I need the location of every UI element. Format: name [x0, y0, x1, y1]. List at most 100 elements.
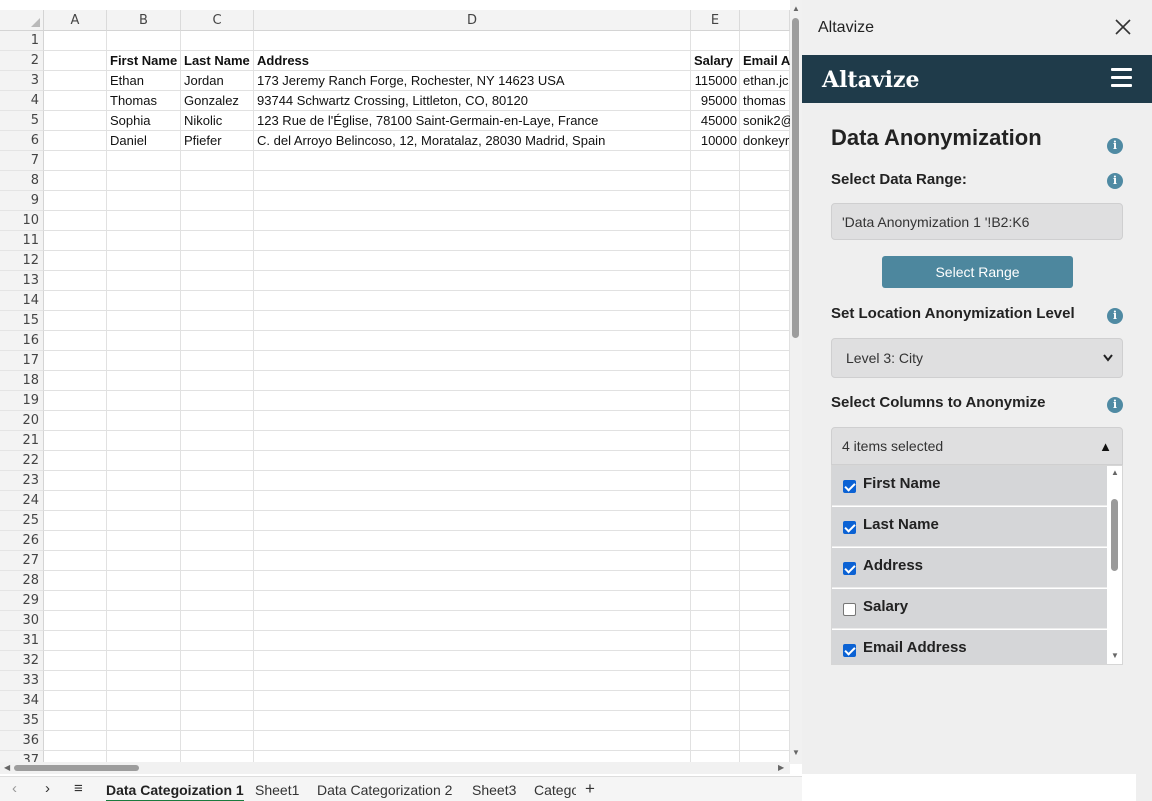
- row-header[interactable]: 27: [0, 551, 44, 571]
- column-option-first-name[interactable]: First Name: [832, 466, 1107, 506]
- sheet-tab-catego[interactable]: Catego: [534, 782, 576, 798]
- row-header[interactable]: 29: [0, 591, 44, 611]
- sheet-tab-data-categoization-1[interactable]: Data Categoization 1: [106, 782, 244, 801]
- prev-sheet-icon[interactable]: ‹: [12, 780, 17, 797]
- scroll-right-arrow-icon[interactable]: ▶: [778, 762, 784, 774]
- cell-address[interactable]: 93744 Schwartz Crossing, Littleton, CO, …: [254, 91, 691, 111]
- row-header[interactable]: 17: [0, 351, 44, 371]
- cell-header-salary[interactable]: Salary: [691, 51, 740, 71]
- sheet-tab-sheet1[interactable]: Sheet1: [255, 782, 299, 798]
- add-sheet-icon[interactable]: +: [585, 779, 595, 799]
- scroll-left-arrow-icon[interactable]: ◀: [4, 762, 10, 774]
- column-option-email-address[interactable]: Email Address: [832, 630, 1107, 664]
- row-header[interactable]: 13: [0, 271, 44, 291]
- row-header[interactable]: 25: [0, 511, 44, 531]
- cell-header-last-name[interactable]: Last Name: [181, 51, 254, 71]
- row-header[interactable]: 28: [0, 571, 44, 591]
- row-header[interactable]: 18: [0, 371, 44, 391]
- cell-first-name[interactable]: Daniel: [107, 131, 181, 151]
- next-sheet-icon[interactable]: ›: [45, 780, 50, 797]
- row-header[interactable]: 23: [0, 471, 44, 491]
- scroll-down-arrow-icon[interactable]: ▼: [792, 748, 800, 757]
- sheet-tab-data-categorization-2[interactable]: Data Categorization 2: [317, 782, 452, 798]
- column-header[interactable]: E: [691, 10, 740, 31]
- row-header[interactable]: 6: [0, 131, 44, 151]
- checkbox[interactable]: [843, 603, 856, 616]
- row-header[interactable]: 12: [0, 251, 44, 271]
- row-header[interactable]: 30: [0, 611, 44, 631]
- list-scroll-thumb[interactable]: [1111, 499, 1118, 571]
- info-icon[interactable]: i: [1107, 138, 1123, 154]
- checkbox[interactable]: [843, 480, 856, 493]
- row-header[interactable]: 37: [0, 751, 44, 762]
- sheet-menu-icon[interactable]: ≡: [74, 780, 83, 797]
- row-header[interactable]: 7: [0, 151, 44, 171]
- hamburger-menu-icon[interactable]: [1111, 68, 1132, 88]
- select-all-corner[interactable]: [0, 10, 44, 31]
- row-header[interactable]: 15: [0, 311, 44, 331]
- row-header[interactable]: 5: [0, 111, 44, 131]
- cell-salary[interactable]: 45000: [691, 111, 740, 131]
- scroll-down-arrow-icon[interactable]: ▼: [1111, 651, 1119, 660]
- checkbox[interactable]: [843, 644, 856, 657]
- row-header[interactable]: 22: [0, 451, 44, 471]
- row-header[interactable]: 31: [0, 631, 44, 651]
- cell-salary[interactable]: 115000: [691, 71, 740, 91]
- column-header[interactable]: D: [254, 10, 691, 31]
- row-header[interactable]: 10: [0, 211, 44, 231]
- row-header[interactable]: 8: [0, 171, 44, 191]
- cell-last-name[interactable]: Nikolic: [181, 111, 254, 131]
- cell-header-address[interactable]: Address: [254, 51, 691, 71]
- row-header[interactable]: 4: [0, 91, 44, 111]
- select-range-button[interactable]: Select Range: [882, 256, 1073, 288]
- cell-first-name[interactable]: Ethan: [107, 71, 181, 91]
- row-header[interactable]: 9: [0, 191, 44, 211]
- cell-grid[interactable]: A B C D E 1 2 3 4 5 6 7 8 9 10 11 12 13 14 15 16 17 18 19 20 21 22…: [0, 10, 790, 762]
- sheet-tab-sheet3[interactable]: Sheet3: [472, 782, 516, 798]
- row-header[interactable]: 24: [0, 491, 44, 511]
- info-icon[interactable]: i: [1107, 397, 1123, 413]
- column-header[interactable]: [740, 10, 790, 31]
- location-level-select[interactable]: Level 3: City: [831, 338, 1123, 378]
- checkbox[interactable]: [843, 521, 856, 534]
- row-header[interactable]: 19: [0, 391, 44, 411]
- column-option-salary[interactable]: Salary: [832, 589, 1107, 629]
- cell-header-first-name[interactable]: First Name: [107, 51, 181, 71]
- row-header[interactable]: 21: [0, 431, 44, 451]
- info-icon[interactable]: i: [1107, 308, 1123, 324]
- cell-address[interactable]: 123 Rue de l'Église, 78100 Saint-Germain…: [254, 111, 691, 131]
- column-option-last-name[interactable]: Last Name: [832, 507, 1107, 547]
- row-header[interactable]: 11: [0, 231, 44, 251]
- row-header[interactable]: 1: [0, 31, 44, 51]
- list-scrollbar[interactable]: ▲ ▼: [1108, 466, 1122, 664]
- columns-option-list[interactable]: First Name Last Name Address Salary Emai…: [831, 465, 1123, 665]
- column-header[interactable]: B: [107, 10, 181, 31]
- cell-first-name[interactable]: Sophia: [107, 111, 181, 131]
- cell-address[interactable]: 173 Jeremy Ranch Forge, Rochester, NY 14…: [254, 71, 691, 91]
- row-header[interactable]: 35: [0, 711, 44, 731]
- cell-last-name[interactable]: Pfiefer: [181, 131, 254, 151]
- cell-email[interactable]: thomas: [740, 91, 790, 111]
- close-icon[interactable]: [1114, 18, 1132, 36]
- scroll-up-arrow-icon[interactable]: ▲: [1111, 468, 1119, 477]
- row-header[interactable]: 20: [0, 411, 44, 431]
- checkbox[interactable]: [843, 562, 856, 575]
- vertical-scroll-thumb[interactable]: [792, 18, 799, 338]
- cell-first-name[interactable]: Thomas: [107, 91, 181, 111]
- cell-email[interactable]: ethan.jc: [740, 71, 790, 91]
- cell-email[interactable]: donkeyr: [740, 131, 790, 151]
- row-header[interactable]: 36: [0, 731, 44, 751]
- info-icon[interactable]: i: [1107, 173, 1123, 189]
- collapse-arrow-icon[interactable]: ▲: [1099, 428, 1112, 465]
- cell-last-name[interactable]: Jordan: [181, 71, 254, 91]
- vertical-scrollbar[interactable]: ▲ ▼: [790, 0, 802, 764]
- row-header[interactable]: 14: [0, 291, 44, 311]
- row-header[interactable]: 3: [0, 71, 44, 91]
- column-option-address[interactable]: Address: [832, 548, 1107, 588]
- row-header[interactable]: 34: [0, 691, 44, 711]
- scroll-up-arrow-icon[interactable]: ▲: [792, 4, 800, 13]
- horizontal-scrollbar[interactable]: ◀ ▶: [0, 762, 790, 774]
- cell-last-name[interactable]: Gonzalez: [181, 91, 254, 111]
- column-header[interactable]: C: [181, 10, 254, 31]
- horizontal-scroll-thumb[interactable]: [14, 765, 139, 771]
